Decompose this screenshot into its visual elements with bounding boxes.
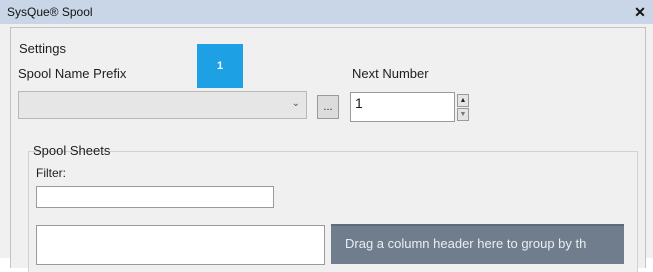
group-by-panel[interactable]: Drag a column header here to group by th (331, 224, 624, 264)
step-badge: 1 (197, 44, 243, 88)
next-number-input[interactable]: 1 (350, 92, 455, 122)
title-bar: SysQue® Spool ✕ (0, 0, 653, 24)
chevron-down-icon[interactable]: ⌄ (292, 98, 300, 109)
settings-group-label: Settings (19, 41, 66, 56)
spin-up-icon[interactable]: ▲ (457, 94, 469, 107)
spool-name-prefix-combo[interactable]: ⌄ (18, 91, 307, 119)
browse-button[interactable]: ... (317, 95, 339, 119)
filter-input[interactable] (36, 186, 274, 208)
next-number-label: Next Number (352, 66, 429, 81)
close-icon[interactable]: ✕ (629, 1, 651, 23)
filter-label: Filter: (36, 166, 66, 180)
spool-sheets-group-label: Spool Sheets (33, 143, 111, 158)
window-title: SysQue® Spool (7, 5, 93, 19)
spool-sheets-list[interactable] (36, 225, 325, 265)
next-number-spinner[interactable]: ▲ ▼ (457, 92, 470, 122)
spin-down-icon[interactable]: ▼ (457, 108, 469, 121)
spool-name-prefix-label: Spool Name Prefix (18, 66, 127, 81)
